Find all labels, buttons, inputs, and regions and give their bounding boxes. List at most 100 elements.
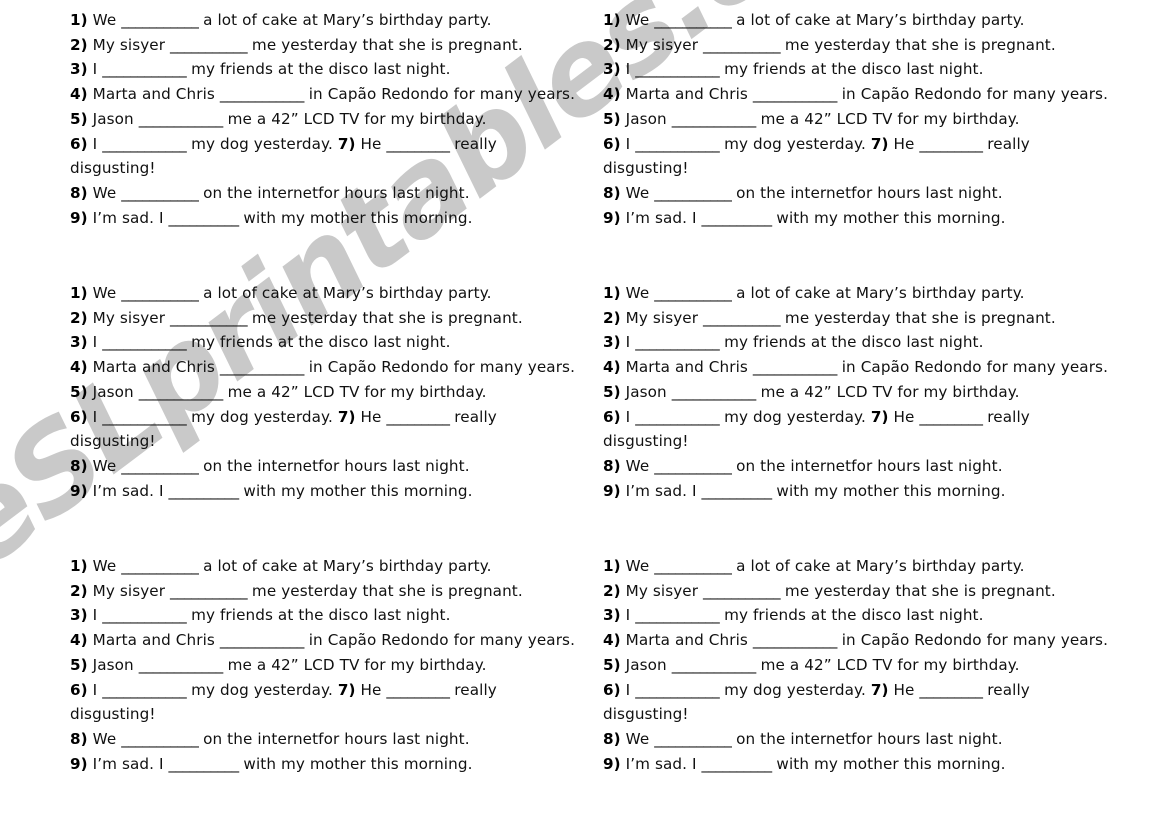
sentence-prefix: My sisyer [92, 35, 166, 54]
answer-blank[interactable]: ___________ [121, 730, 199, 748]
sentence-prefix: Marta and Chris [92, 85, 215, 104]
sentence-suffix: me yesterday that she is pregnant. [251, 35, 523, 54]
answer-blank[interactable]: ____________ [102, 135, 187, 153]
answer-blank[interactable]: ____________ [672, 656, 757, 674]
sentence-suffix: me a 42” LCD TV for my birthday. [227, 109, 487, 128]
question-number: 4) [70, 631, 88, 650]
answer-blank[interactable]: __________ [702, 209, 773, 227]
answer-blank[interactable]: _________ [919, 408, 983, 426]
answer-blank[interactable]: _________ [919, 681, 983, 699]
sentence-prefix: My sisyer [625, 35, 699, 54]
answer-blank[interactable]: ___________ [654, 557, 732, 575]
question-number: 2) [603, 581, 621, 600]
answer-blank[interactable]: __________ [169, 209, 240, 227]
question-number: 9) [70, 754, 88, 773]
answer-blank[interactable]: _________ [386, 135, 450, 153]
answer-blank[interactable]: ____________ [635, 606, 720, 624]
exercise-block: 1) We ___________ a lot of cake at Mary’… [603, 281, 1108, 503]
answer-blank[interactable]: ____________ [635, 333, 720, 351]
answer-blank[interactable]: ___________ [170, 309, 248, 327]
answer-blank[interactable]: ____________ [102, 408, 187, 426]
sentence-line: 1) We ___________ a lot of cake at Mary’… [603, 8, 1108, 33]
sentence-line: 3) I ____________ my friends at the disc… [603, 603, 1108, 628]
answer-blank[interactable]: ____________ [102, 606, 187, 624]
answer-blank[interactable]: ____________ [220, 85, 305, 103]
sentence-prefix: Jason [625, 109, 667, 128]
answer-blank[interactable]: ___________ [121, 557, 199, 575]
answer-blank[interactable]: ___________ [170, 36, 248, 54]
sentence-suffix: my dog yesterday. [191, 134, 333, 153]
answer-blank[interactable]: ____________ [753, 631, 838, 649]
sentence-line: 1) We ___________ a lot of cake at Mary’… [603, 554, 1108, 579]
answer-blank[interactable]: ___________ [703, 36, 781, 54]
answer-blank[interactable]: ___________ [703, 309, 781, 327]
answer-blank[interactable]: __________ [169, 755, 240, 773]
sentence-suffix: my friends at the disco last night. [191, 606, 451, 625]
sentence-line: 4) Marta and Chris ____________ in Capão… [603, 82, 1108, 107]
answer-blank[interactable]: ____________ [672, 110, 757, 128]
answer-blank[interactable]: _________ [919, 135, 983, 153]
answer-blank[interactable]: _________ [386, 681, 450, 699]
answer-blank[interactable]: ____________ [753, 358, 838, 376]
answer-blank[interactable]: ___________ [654, 284, 732, 302]
answer-blank[interactable]: ____________ [635, 408, 720, 426]
sentence-suffix: a lot of cake at Mary’s birthday party. [736, 11, 1025, 29]
question-number: 8) [70, 729, 88, 748]
answer-blank[interactable]: ____________ [753, 85, 838, 103]
answer-blank[interactable]: ____________ [635, 135, 720, 153]
answer-blank[interactable]: ____________ [139, 110, 224, 128]
answer-blank[interactable]: ____________ [139, 656, 224, 674]
sentence-line: 6) I ____________ my dog yesterday. 7) H… [603, 132, 1108, 181]
sentence-prefix: Marta and Chris [92, 631, 215, 650]
sentence-suffix: my dog yesterday. [724, 407, 866, 426]
question-number: 6) [70, 407, 88, 426]
sentence-line: 9) I’m sad. I __________ with my mother … [603, 479, 1108, 504]
answer-blank[interactable]: ____________ [102, 60, 187, 78]
answer-blank[interactable]: ____________ [139, 383, 224, 401]
answer-blank[interactable]: ___________ [703, 582, 781, 600]
sentence-prefix: He [893, 407, 915, 426]
answer-blank[interactable]: ___________ [654, 730, 732, 748]
sentence-prefix: We [625, 456, 650, 475]
sentence-line: 3) I ____________ my friends at the disc… [603, 330, 1108, 355]
answer-blank[interactable]: ____________ [102, 333, 187, 351]
answer-blank[interactable]: ____________ [220, 631, 305, 649]
answer-blank[interactable]: ____________ [635, 60, 720, 78]
exercise-block: 1) We ___________ a lot of cake at Mary’… [603, 554, 1108, 776]
answer-blank[interactable]: ___________ [170, 582, 248, 600]
answer-blank[interactable]: ____________ [220, 358, 305, 376]
answer-blank[interactable]: __________ [702, 755, 773, 773]
sentence-line: 2) My sisyer ___________ me yesterday th… [70, 306, 575, 331]
sentence-suffix: a lot of cake at Mary’s birthday party. [203, 557, 492, 575]
sentence-prefix: Jason [92, 655, 134, 674]
sentence-prefix: I’m sad. I [625, 208, 697, 227]
sentence-prefix: He [893, 134, 915, 153]
answer-blank[interactable]: ___________ [121, 184, 199, 202]
question-number: 8) [70, 183, 88, 202]
sentence-prefix: Jason [92, 109, 134, 128]
sentence-prefix: Jason [625, 655, 667, 674]
question-number: 9) [603, 481, 621, 500]
sentence-prefix: I’m sad. I [625, 754, 697, 773]
answer-blank[interactable]: ___________ [121, 11, 199, 29]
answer-blank[interactable]: ____________ [635, 681, 720, 699]
answer-blank[interactable]: ____________ [672, 383, 757, 401]
sentence-prefix: I [625, 680, 631, 699]
sentence-prefix: We [625, 729, 650, 748]
sentence-suffix: my dog yesterday. [191, 407, 333, 426]
answer-blank[interactable]: ___________ [121, 457, 199, 475]
answer-blank[interactable]: ___________ [654, 11, 732, 29]
answer-blank[interactable]: __________ [169, 482, 240, 500]
sentence-suffix: my dog yesterday. [724, 134, 866, 153]
sentence-line: 6) I ____________ my dog yesterday. 7) H… [603, 678, 1108, 727]
answer-blank[interactable]: ___________ [654, 457, 732, 475]
sentence-suffix: my dog yesterday. [724, 680, 866, 699]
answer-blank[interactable]: __________ [702, 482, 773, 500]
question-number: 5) [70, 382, 88, 401]
question-number: 8) [603, 183, 621, 202]
answer-blank[interactable]: ___________ [121, 284, 199, 302]
answer-blank[interactable]: ___________ [654, 184, 732, 202]
sentence-line: 4) Marta and Chris ____________ in Capão… [70, 628, 575, 653]
answer-blank[interactable]: ____________ [102, 681, 187, 699]
answer-blank[interactable]: _________ [386, 408, 450, 426]
